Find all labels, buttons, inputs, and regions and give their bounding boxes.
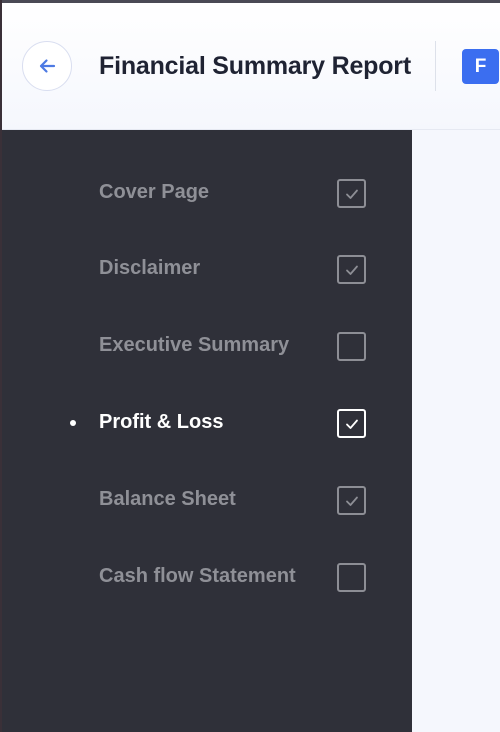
sidebar-item-disclaimer[interactable]: Disclaimer (2, 240, 412, 300)
sidebar-item-executive-summary[interactable]: Executive Summary (2, 317, 412, 377)
sidebar-item-label: Cash flow Statement (99, 565, 296, 587)
sidebar-item-profit-loss[interactable]: Profit & Loss (2, 394, 412, 454)
cover-page-checkbox[interactable] (337, 179, 366, 208)
sidebar-item-cover-page[interactable]: Cover Page (2, 164, 412, 224)
header-divider (435, 41, 436, 91)
check-icon (345, 419, 358, 429)
report-header: Financial Summary Report F (2, 3, 500, 130)
back-button[interactable] (22, 41, 72, 91)
sidebar-item-cash-flow-statement[interactable]: Cash flow Statement (2, 548, 412, 608)
cash-flow-statement-checkbox[interactable] (337, 563, 366, 592)
sidebar-item-balance-sheet[interactable]: Balance Sheet (2, 471, 412, 531)
sidebar-item-label: Balance Sheet (99, 488, 236, 510)
active-bullet (70, 420, 76, 426)
sidebar-item-label: Disclaimer (99, 257, 201, 279)
section-sidebar: Cover Page Disclaimer Executive Summary … (2, 130, 412, 732)
report-content-area (412, 130, 500, 732)
sidebar-item-label: Profit & Loss (99, 411, 224, 433)
check-icon (345, 496, 358, 506)
sidebar-item-label: Cover Page (99, 181, 210, 203)
executive-summary-checkbox[interactable] (337, 332, 366, 361)
disclaimer-checkbox[interactable] (337, 255, 366, 284)
check-icon (345, 265, 358, 275)
check-icon (345, 189, 358, 199)
profit-loss-checkbox[interactable] (337, 409, 366, 438)
arrow-left-icon (39, 59, 56, 73)
balance-sheet-checkbox[interactable] (337, 486, 366, 515)
sidebar-item-label: Executive Summary (99, 334, 290, 356)
page-title: Financial Summary Report (99, 52, 411, 80)
avatar[interactable]: F (462, 49, 499, 84)
